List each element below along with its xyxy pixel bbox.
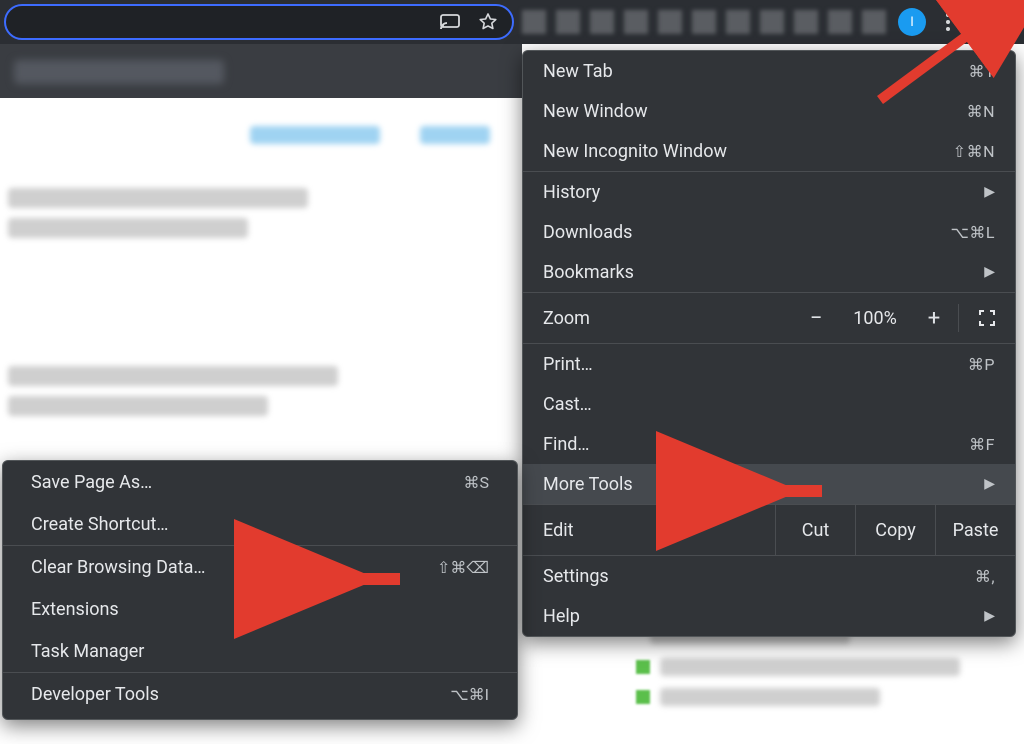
extension-icon[interactable]	[794, 10, 818, 34]
menu-history[interactable]: History ▶	[523, 172, 1015, 212]
chevron-right-icon: ▶	[984, 264, 995, 280]
chevron-right-icon: ▶	[984, 476, 995, 492]
menu-label: New Window	[543, 101, 648, 122]
zoom-out-button[interactable]: −	[792, 306, 840, 331]
extension-icon[interactable]	[726, 10, 750, 34]
chevron-right-icon: ▶	[984, 608, 995, 624]
menu-label: Settings	[543, 566, 609, 587]
edit-copy-button[interactable]: Copy	[855, 505, 935, 555]
edit-cut-button[interactable]: Cut	[775, 505, 855, 555]
extension-icon[interactable]	[624, 10, 648, 34]
menu-label: Help	[543, 606, 580, 627]
chevron-right-icon: ▶	[984, 184, 995, 200]
star-icon[interactable]	[478, 12, 498, 32]
shortcut: ⌘S	[464, 473, 490, 492]
profile-avatar[interactable]: I	[898, 8, 926, 36]
menu-bookmarks[interactable]: Bookmarks ▶	[523, 252, 1015, 292]
edit-paste-button[interactable]: Paste	[935, 505, 1015, 555]
menu-help[interactable]: Help ▶	[523, 596, 1015, 636]
menu-new-window[interactable]: New Window ⌘N	[523, 91, 1015, 131]
more-menu-button[interactable]	[934, 8, 962, 36]
submenu-task-manager[interactable]: Task Manager	[3, 630, 517, 672]
extension-icon[interactable]	[828, 10, 852, 34]
submenu-extensions[interactable]: Extensions	[3, 588, 517, 630]
shortcut: ⌥⌘I	[450, 685, 489, 704]
address-bar[interactable]	[4, 4, 514, 40]
extension-icon[interactable]	[590, 10, 614, 34]
menu-label: Print…	[543, 354, 593, 375]
menu-new-incognito[interactable]: New Incognito Window ⇧⌘N	[523, 131, 1015, 171]
page-content-blur	[0, 98, 522, 460]
page-content-blur-right	[540, 620, 1000, 740]
menu-zoom-row: Zoom − 100% +	[523, 293, 1015, 343]
menu-label: History	[543, 182, 600, 203]
extension-icon[interactable]	[692, 10, 716, 34]
menu-label: More Tools	[543, 474, 633, 495]
menu-new-tab[interactable]: New Tab ⌘T	[523, 51, 1015, 91]
menu-edit-row: Edit Cut Copy Paste	[523, 505, 1015, 555]
submenu-save-page[interactable]: Save Page As… ⌘S	[3, 461, 517, 503]
submenu-developer-tools[interactable]: Developer Tools ⌥⌘I	[3, 673, 517, 715]
extension-icons	[522, 10, 886, 34]
submenu-create-shortcut[interactable]: Create Shortcut…	[3, 503, 517, 545]
fullscreen-icon[interactable]	[959, 309, 1015, 327]
submenu-clear-browsing-data[interactable]: Clear Browsing Data… ⇧⌘⌫	[3, 546, 517, 588]
shortcut: ⌘T	[968, 62, 995, 81]
menu-label: Developer Tools	[31, 684, 159, 705]
shortcut: ⌘N	[967, 102, 995, 121]
shortcut: ⌘,	[975, 567, 995, 586]
menu-label: Zoom	[523, 308, 610, 329]
shortcut: ⌘P	[968, 355, 995, 374]
shortcut: ⇧⌘⌫	[437, 558, 489, 577]
menu-label: Task Manager	[31, 641, 144, 662]
menu-cast[interactable]: Cast…	[523, 384, 1015, 424]
extension-icon[interactable]	[658, 10, 682, 34]
menu-label: Downloads	[543, 222, 632, 243]
menu-label: Save Page As…	[31, 472, 152, 493]
menu-label: Find…	[543, 434, 589, 455]
extension-icon[interactable]	[862, 10, 886, 34]
cast-icon[interactable]	[440, 14, 460, 30]
zoom-percent: 100%	[840, 308, 910, 329]
browser-toolbar: I	[0, 0, 1024, 44]
menu-label: Extensions	[31, 599, 119, 620]
menu-label: Cast…	[543, 394, 592, 415]
shortcut: ⌘F	[969, 435, 995, 454]
menu-label: Edit	[523, 520, 775, 541]
page-header-blur	[0, 44, 522, 98]
menu-downloads[interactable]: Downloads ⌥⌘L	[523, 212, 1015, 252]
extension-icon[interactable]	[522, 10, 546, 34]
menu-settings[interactable]: Settings ⌘,	[523, 556, 1015, 596]
more-tools-submenu: Save Page As… ⌘S Create Shortcut… Clear B…	[2, 460, 518, 720]
zoom-in-button[interactable]: +	[910, 306, 958, 331]
shortcut: ⇧⌘N	[953, 142, 995, 161]
profile-letter: I	[910, 15, 914, 30]
menu-label: Bookmarks	[543, 262, 634, 283]
menu-more-tools[interactable]: More Tools ▶	[523, 464, 1015, 504]
menu-label: New Incognito Window	[543, 141, 727, 162]
extension-icon[interactable]	[760, 10, 784, 34]
menu-label: Clear Browsing Data…	[31, 557, 205, 578]
extension-icon[interactable]	[556, 10, 580, 34]
menu-find[interactable]: Find… ⌘F	[523, 424, 1015, 464]
menu-label: New Tab	[543, 61, 613, 82]
shortcut: ⌥⌘L	[950, 223, 995, 242]
chrome-main-menu: New Tab ⌘T New Window ⌘N New Incognito Win…	[522, 50, 1016, 637]
menu-print[interactable]: Print… ⌘P	[523, 344, 1015, 384]
menu-label: Create Shortcut…	[31, 514, 168, 535]
